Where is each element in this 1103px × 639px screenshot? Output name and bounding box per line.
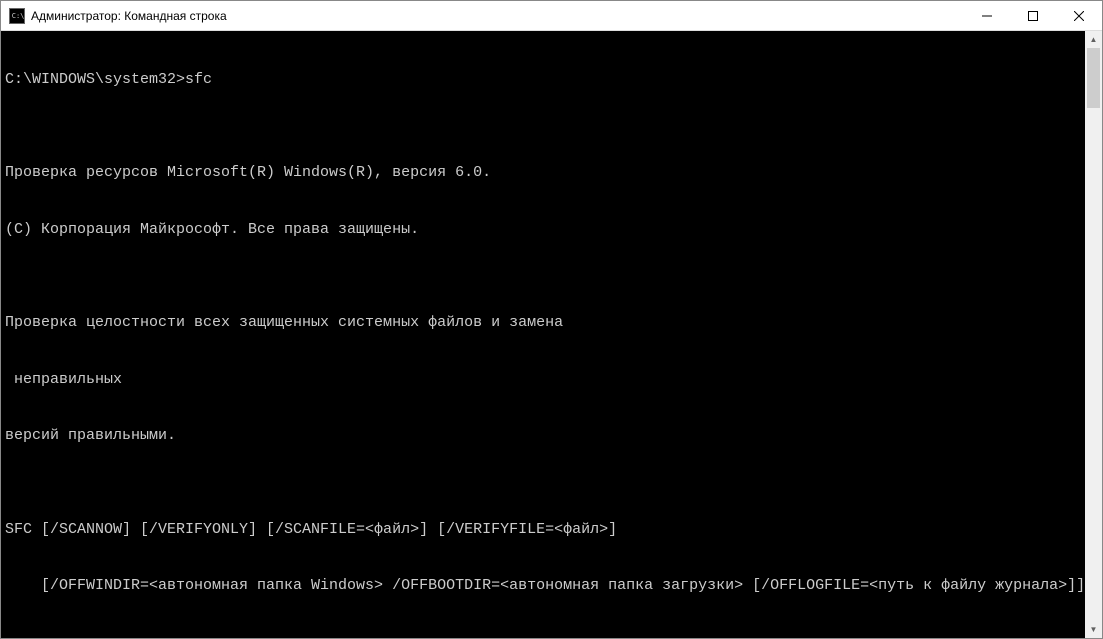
terminal-line: Проверка целостности всех защищенных сис… [5,314,1081,333]
vertical-scrollbar[interactable]: ▲ ▼ [1085,31,1102,638]
minimize-button[interactable] [964,1,1010,31]
terminal-line: C:\WINDOWS\system32>sfc [5,71,1081,90]
svg-text:C:\: C:\ [12,11,25,19]
terminal-container: C:\WINDOWS\system32>sfc Проверка ресурсо… [1,31,1102,638]
command-prompt-window: C:\ Администратор: Командная строка C:\W… [0,0,1103,639]
terminal-line: (C) Корпорация Майкрософт. Все права защ… [5,221,1081,240]
scrollbar-thumb[interactable] [1087,48,1100,108]
terminal-line: версий правильными. [5,427,1081,446]
terminal-line: SFC [/SCANNOW] [/VERIFYONLY] [/SCANFILE=… [5,521,1081,540]
cmd-icon: C:\ [9,8,25,24]
scrollbar-track[interactable] [1085,48,1102,621]
terminal-line: Проверка ресурсов Microsoft(R) Windows(R… [5,164,1081,183]
terminal-output[interactable]: C:\WINDOWS\system32>sfc Проверка ресурсо… [1,31,1085,638]
close-button[interactable] [1056,1,1102,31]
terminal-line: неправильных [5,371,1081,390]
maximize-button[interactable] [1010,1,1056,31]
scrollbar-up-arrow[interactable]: ▲ [1085,31,1102,48]
scrollbar-down-arrow[interactable]: ▼ [1085,621,1102,638]
window-controls [964,1,1102,30]
terminal-line: [/OFFWINDIR=<автономная папка Windows> /… [5,577,1081,596]
window-title: Администратор: Командная строка [31,9,964,23]
titlebar[interactable]: C:\ Администратор: Командная строка [1,1,1102,31]
